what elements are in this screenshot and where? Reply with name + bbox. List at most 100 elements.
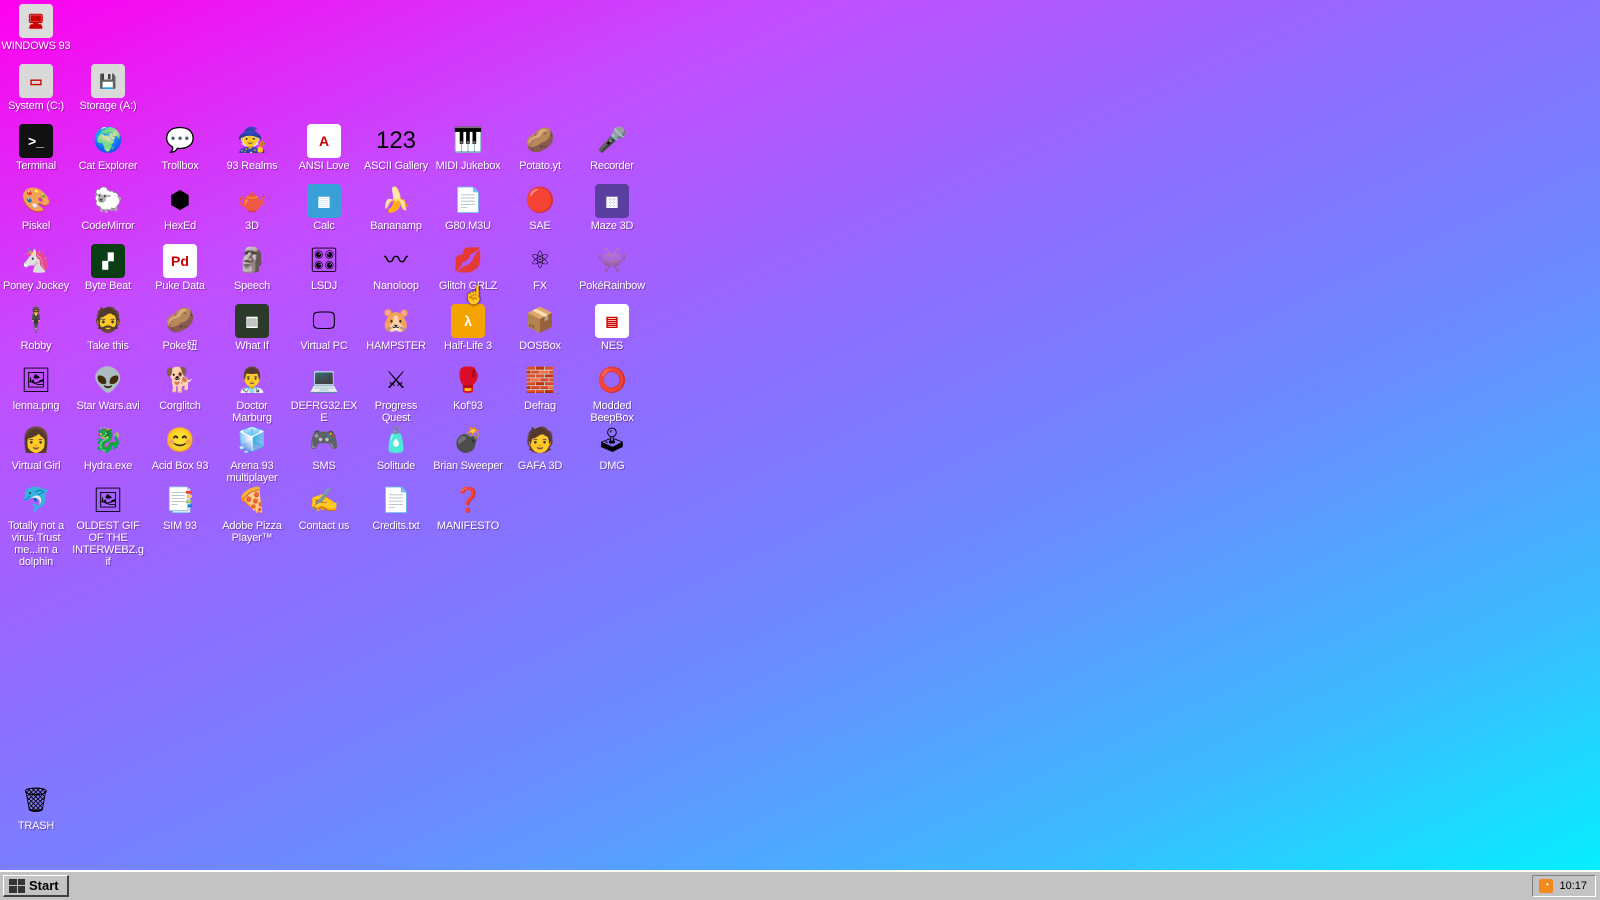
desktop-icon-g80-m3u[interactable]: 📄 G80.M3U	[432, 184, 504, 232]
icon-label: Virtual Girl	[11, 460, 61, 472]
desktop-icon-poke[interactable]: 🥔 Poke妞	[144, 304, 216, 352]
desktop-icon-credits-txt[interactable]: 📄 Credits.txt	[360, 484, 432, 532]
desktop-icon-gafa-3d[interactable]: 🧑 GAFA 3D	[504, 424, 576, 472]
desktop-icon-dosbox[interactable]: 📦 DOSBox	[504, 304, 576, 352]
desktop-icon-byte-beat[interactable]: ▞ Byte Beat	[72, 244, 144, 292]
desktop-icon-acid-box-93[interactable]: 😊 Acid Box 93	[144, 424, 216, 472]
app-icon: ▤	[595, 304, 629, 338]
desktop-icon-hampster[interactable]: 🐹 HAMPSTER	[360, 304, 432, 352]
icon-label: Kof'93	[453, 400, 483, 412]
desktop-icon-kof-93[interactable]: 🥊 Kof'93	[432, 364, 504, 412]
desktop-icon-ansi-love[interactable]: A ANSI Love	[288, 124, 360, 172]
icon-label: Calc	[313, 220, 335, 232]
desktop-icon-93-realms[interactable]: 🧙 93 Realms	[216, 124, 288, 172]
desktop: 🖥 WINDOWS 93 ▭ System (C:) 💾 Storage (A:) >_ Te…	[0, 0, 1600, 870]
desktop-icon-sim-93[interactable]: 📑 SIM 93	[144, 484, 216, 532]
app-icon: ▩	[595, 184, 629, 218]
desktop-icon-oldest-gif-of-the-interwebz-gif[interactable]: 🖼 OLDEST GIF OF THE INTERWEBZ.gif	[72, 484, 144, 568]
desktop-icon-poney-jockey[interactable]: 🦄 Poney Jockey	[0, 244, 72, 292]
desktop-icon-contact-us[interactable]: ✍ Contact us	[288, 484, 360, 532]
desktop-icon-corglitch[interactable]: 🐕 Corglitch	[144, 364, 216, 412]
desktop-icon-progress-quest[interactable]: ⚔ Progress Quest	[360, 364, 432, 424]
start-button[interactable]: Start	[3, 875, 69, 897]
app-icon: 💋	[453, 247, 483, 274]
desktop-icon-robby[interactable]: 🕴 Robby	[0, 304, 72, 352]
app-icon: 🌍	[93, 127, 123, 154]
desktop-icon-nanoloop[interactable]: 〰 Nanoloop	[360, 244, 432, 292]
desktop-icon-lenna-png[interactable]: 🖼 lenna.png	[0, 364, 72, 412]
desktop-icon-nes[interactable]: ▤ NES	[576, 304, 648, 352]
icon-label: CodeMirror	[81, 220, 135, 232]
icon-label: WINDOWS 93	[1, 40, 71, 52]
desktop-icon-bananamp[interactable]: 🍌 Bananamp	[360, 184, 432, 232]
desktop-icon-maze-3d[interactable]: ▩ Maze 3D	[576, 184, 648, 232]
desktop-icon-virtual-girl[interactable]: 👩 Virtual Girl	[0, 424, 72, 472]
desktop-icon-potato-yt[interactable]: 🥔 Potato.yt	[504, 124, 576, 172]
desktop-icon-calc[interactable]: ▦ Calc	[288, 184, 360, 232]
icon-label: DMG	[599, 460, 625, 472]
icon-label: PokéRainbow	[579, 280, 645, 292]
desktop-icon-midi-jukebox[interactable]: 🎹 MIDI Jukebox	[432, 124, 504, 172]
desktop-icon-piskel[interactable]: 🎨 Piskel	[0, 184, 72, 232]
app-icon: Pd	[163, 244, 197, 278]
app-icon: 🧔	[93, 307, 123, 334]
desktop-icon-modded-beepbox[interactable]: ⭕ Modded BeepBox	[576, 364, 648, 424]
desktop-icon-virtual-pc[interactable]: 🖵 Virtual PC	[288, 304, 360, 352]
icon-label: LSDJ	[310, 280, 338, 292]
desktop-icon-cat-explorer[interactable]: 🌍 Cat Explorer	[72, 124, 144, 172]
icon-label: Nanoloop	[373, 280, 419, 292]
desktop-icon-hydra-exe[interactable]: 🐉 Hydra.exe	[72, 424, 144, 472]
desktop-icon-manifesto[interactable]: ❓ MANIFESTO	[432, 484, 504, 532]
desktop-icon-sae[interactable]: 🔴 SAE	[504, 184, 576, 232]
icon-label: Byte Beat	[85, 280, 131, 292]
desktop-icon-ascii-gallery[interactable]: 123 ASCII Gallery	[360, 124, 432, 172]
desktop-icon-brian-sweeper[interactable]: 💣 Brian Sweeper	[432, 424, 504, 472]
desktop-icon-speech[interactable]: 🗿 Speech	[216, 244, 288, 292]
desktop-icon-storage-a[interactable]: 💾 Storage (A:)	[72, 64, 144, 112]
icon-label: Puke Data	[155, 280, 205, 292]
app-icon: 🧱	[525, 367, 555, 394]
desktop-icon-puke-data[interactable]: Pd Puke Data	[144, 244, 216, 292]
desktop-icon-defrag[interactable]: 🧱 Defrag	[504, 364, 576, 412]
desktop-icon-lsdj[interactable]: 🎛 LSDJ	[288, 244, 360, 292]
icon-label: Maze 3D	[590, 220, 634, 232]
desktop-icon-totally-not-a-virus-trust-me-im-a-dolphin[interactable]: 🐬 Totally not a virus.Trust me...im a dol…	[0, 484, 72, 568]
desktop-icon-star-wars-avi[interactable]: 👽 Star Wars.avi	[72, 364, 144, 412]
desktop-icon-pok-rainbow[interactable]: 👾 PokéRainbow	[576, 244, 648, 292]
icon-label: System (C:)	[8, 100, 64, 112]
desktop-icon-what-if[interactable]: ▥ What If	[216, 304, 288, 352]
app-icon: ⬢	[169, 187, 191, 214]
app-icon: 🎹	[453, 127, 483, 154]
desktop-icon-recorder[interactable]: 🎤 Recorder	[576, 124, 648, 172]
app-icon: 📄	[381, 487, 411, 514]
app-icon: 🗑	[20, 787, 52, 814]
app-icon: λ	[451, 304, 485, 338]
desktop-icon-dmg[interactable]: 🕹 DMG	[576, 424, 648, 472]
icon-label: DOSBox	[519, 340, 561, 352]
app-icon: 🎤	[597, 127, 627, 154]
desktop-icon-half-life-3[interactable]: λ Half-Life 3	[432, 304, 504, 352]
desktop-icon-trash[interactable]: 🗑 TRASH	[0, 784, 72, 832]
desktop-icon-defrg32-exe[interactable]: 💻 DEFRG32.EXE	[288, 364, 360, 424]
desktop-icon-solitude[interactable]: 🧴 Solitude	[360, 424, 432, 472]
desktop-icon-fx[interactable]: ⚛ FX	[504, 244, 576, 292]
desktop-icon-system-c[interactable]: ▭ System (C:)	[0, 64, 72, 112]
icon-label: Arena 93 multiplayer	[226, 460, 278, 484]
app-icon: 🫖	[237, 187, 267, 214]
icon-label: ANSI Love	[298, 160, 350, 172]
desktop-icon-arena-93-multiplayer[interactable]: 🧊 Arena 93 multiplayer	[216, 424, 288, 484]
app-icon: 🖥	[19, 4, 53, 38]
desktop-icon-windows-93[interactable]: 🖥 WINDOWS 93	[0, 4, 72, 52]
desktop-icon-hexed[interactable]: ⬢ HexEd	[144, 184, 216, 232]
desktop-icon-terminal[interactable]: >_ Terminal	[0, 124, 72, 172]
desktop-icon-take-this[interactable]: 🧔 Take this	[72, 304, 144, 352]
desktop-icon-codemirror[interactable]: 🐑 CodeMirror	[72, 184, 144, 232]
desktop-icon-doctor-marburg[interactable]: 👨‍⚕ Doctor Marburg	[216, 364, 288, 424]
rss-icon[interactable]: ◔	[1539, 879, 1554, 893]
app-icon: 🖼	[92, 487, 124, 514]
desktop-icon-3d[interactable]: 🫖 3D	[216, 184, 288, 232]
desktop-icon-sms[interactable]: 🎮 SMS	[288, 424, 360, 472]
app-icon: 🍕	[237, 487, 267, 514]
desktop-icon-trollbox[interactable]: 💬 Trollbox	[144, 124, 216, 172]
desktop-icon-adobe-pizza-player[interactable]: 🍕 Adobe Pizza Player™	[216, 484, 288, 544]
